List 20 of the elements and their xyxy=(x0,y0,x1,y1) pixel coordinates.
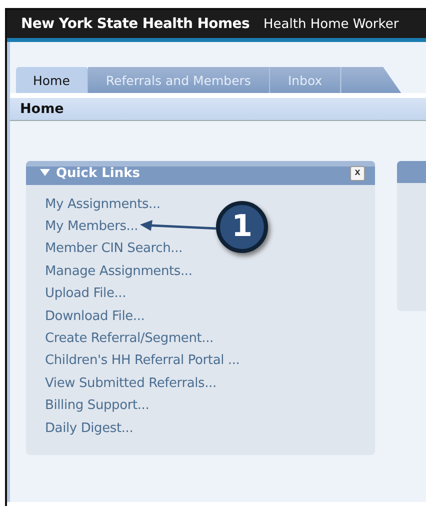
callout-number: 1 xyxy=(216,200,268,253)
quick-link[interactable]: My Members... xyxy=(45,219,138,234)
quick-link[interactable]: Children's HH Referral Portal ... xyxy=(45,353,240,368)
quick-link[interactable]: Create Referral/Segment... xyxy=(45,331,214,346)
page-title: Home xyxy=(20,101,64,117)
tab[interactable]: Home xyxy=(16,67,88,93)
tab-strip-end xyxy=(341,67,402,93)
quick-link[interactable]: Upload File... xyxy=(45,286,126,302)
panel-title: Quick Links xyxy=(56,166,142,180)
close-button[interactable]: x xyxy=(350,166,366,180)
quick-link[interactable]: Download File... xyxy=(45,308,145,324)
quick-link[interactable]: Daily Digest... xyxy=(45,420,134,436)
quick-link[interactable]: View Submitted Referrals... xyxy=(45,376,216,391)
quick-link[interactable]: My Assignments... xyxy=(45,196,160,212)
app-title: New York State Health Homes xyxy=(21,16,250,32)
quick-link[interactable]: Member CIN Search... xyxy=(45,241,182,256)
collapse-icon[interactable] xyxy=(40,169,50,177)
quick-link[interactable]: Billing Support... xyxy=(45,398,150,414)
quick-link[interactable]: Manage Assignments... xyxy=(45,264,192,279)
user-role: Health Home Worker xyxy=(264,16,399,32)
